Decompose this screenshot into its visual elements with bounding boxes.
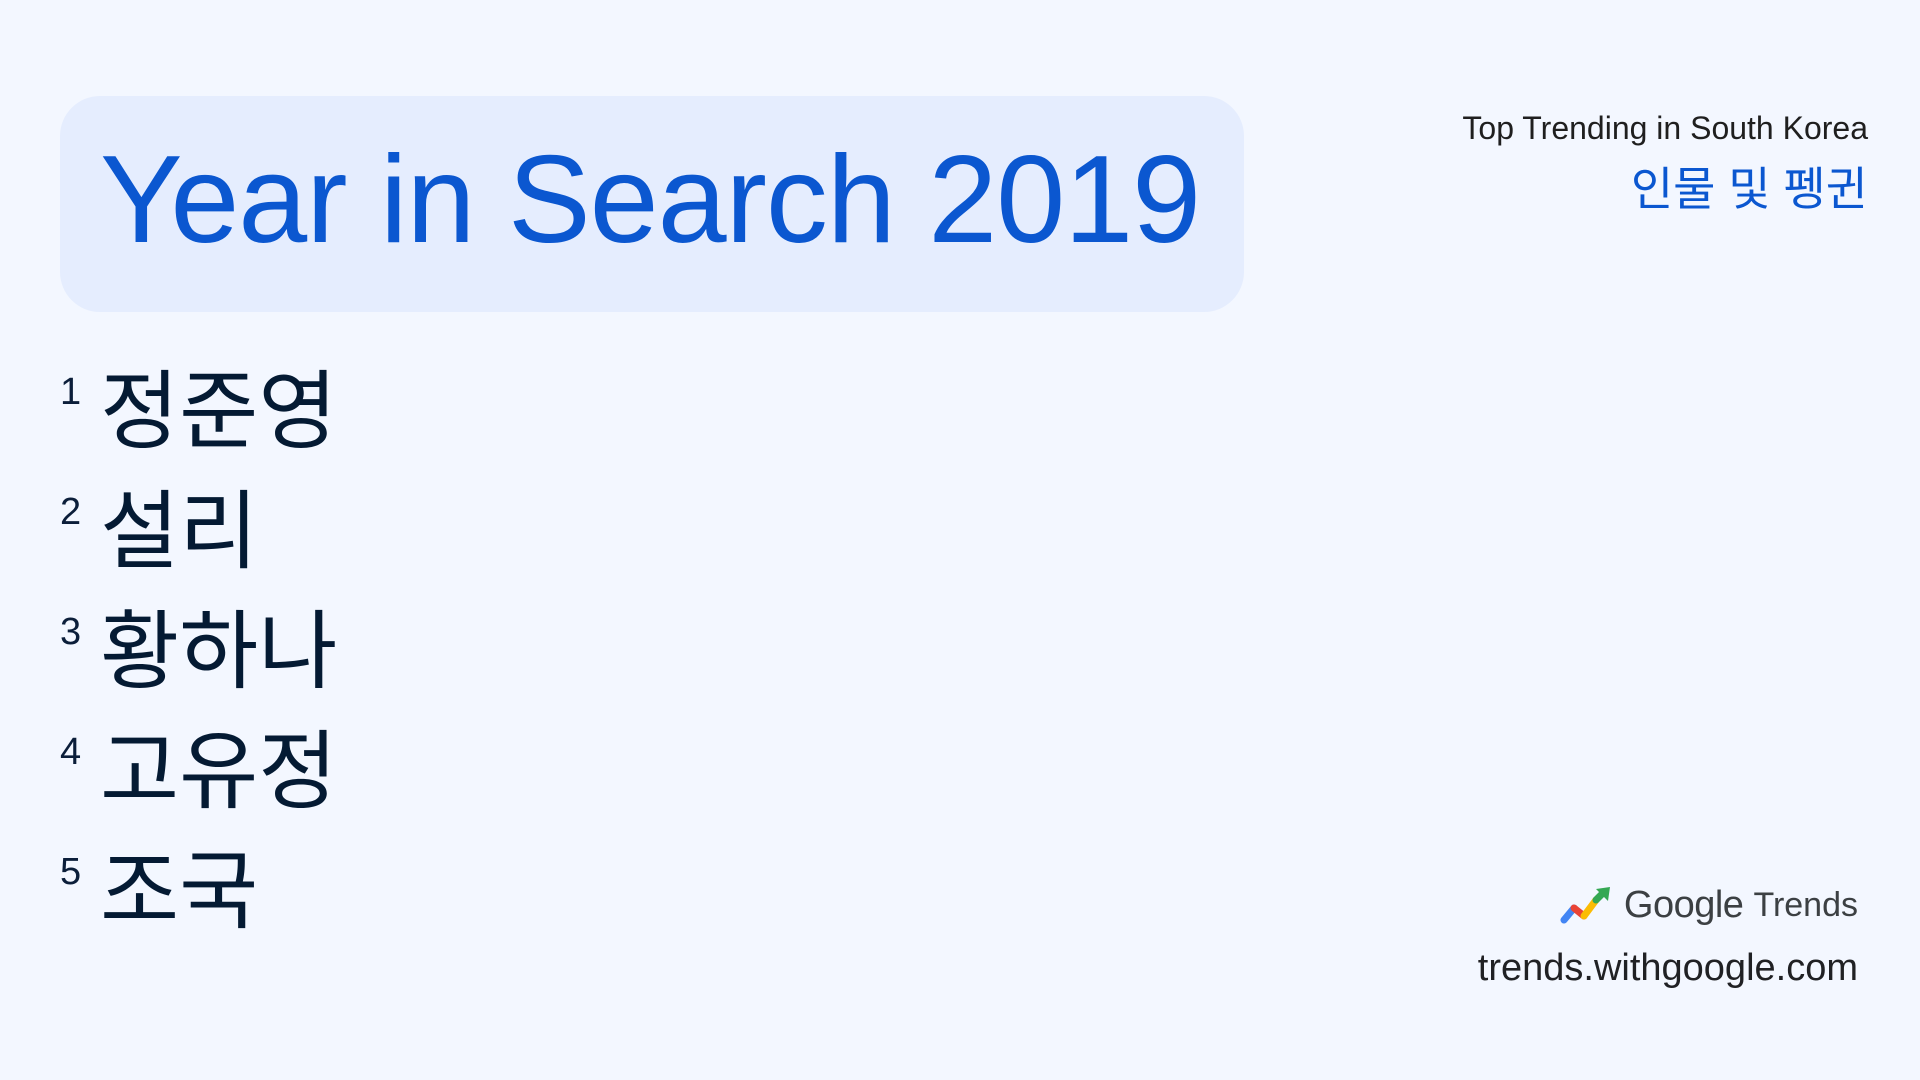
ranking-list: 1 정준영 2 설리 3 황하나 4 고유정 5 조국 [60,362,337,962]
brand-google-text: Google [1623,884,1744,926]
title-card: Year in Search 2019 [60,96,1244,312]
header-info: Top Trending in South Korea 인물 및 펭귄 [1462,108,1868,216]
brand-trends-text: Trends [1753,886,1858,924]
google-trends-brand: Google Trends [1560,884,1858,927]
rank-name: 설리 [100,484,259,580]
rank-name: 조국 [100,844,259,940]
list-item: 2 설리 [60,482,337,602]
rank-number: 4 [60,731,82,773]
list-item: 4 고유정 [60,722,337,842]
rank-number: 1 [60,371,82,413]
subtitle: Top Trending in South Korea [1462,110,1868,146]
list-item: 1 정준영 [60,362,337,482]
page: Year in Search 2019 Top Trending in Sout… [0,0,1920,1080]
rank-name: 정준영 [100,364,338,460]
rank-name: 고유정 [100,724,338,820]
rank-name: 황하나 [100,604,338,700]
list-item: 3 황하나 [60,602,337,722]
rank-number: 3 [60,611,82,653]
rank-number: 2 [60,491,82,533]
rank-number: 5 [60,851,82,893]
site-url[interactable]: trends.withgoogle.com [1478,944,1858,992]
google-trends-logo-icon [1560,886,1610,923]
page-title: Year in Search 2019 [100,131,1201,269]
category-label: 인물 및 펭귄 [1630,163,1868,215]
list-item: 5 조국 [60,842,337,962]
